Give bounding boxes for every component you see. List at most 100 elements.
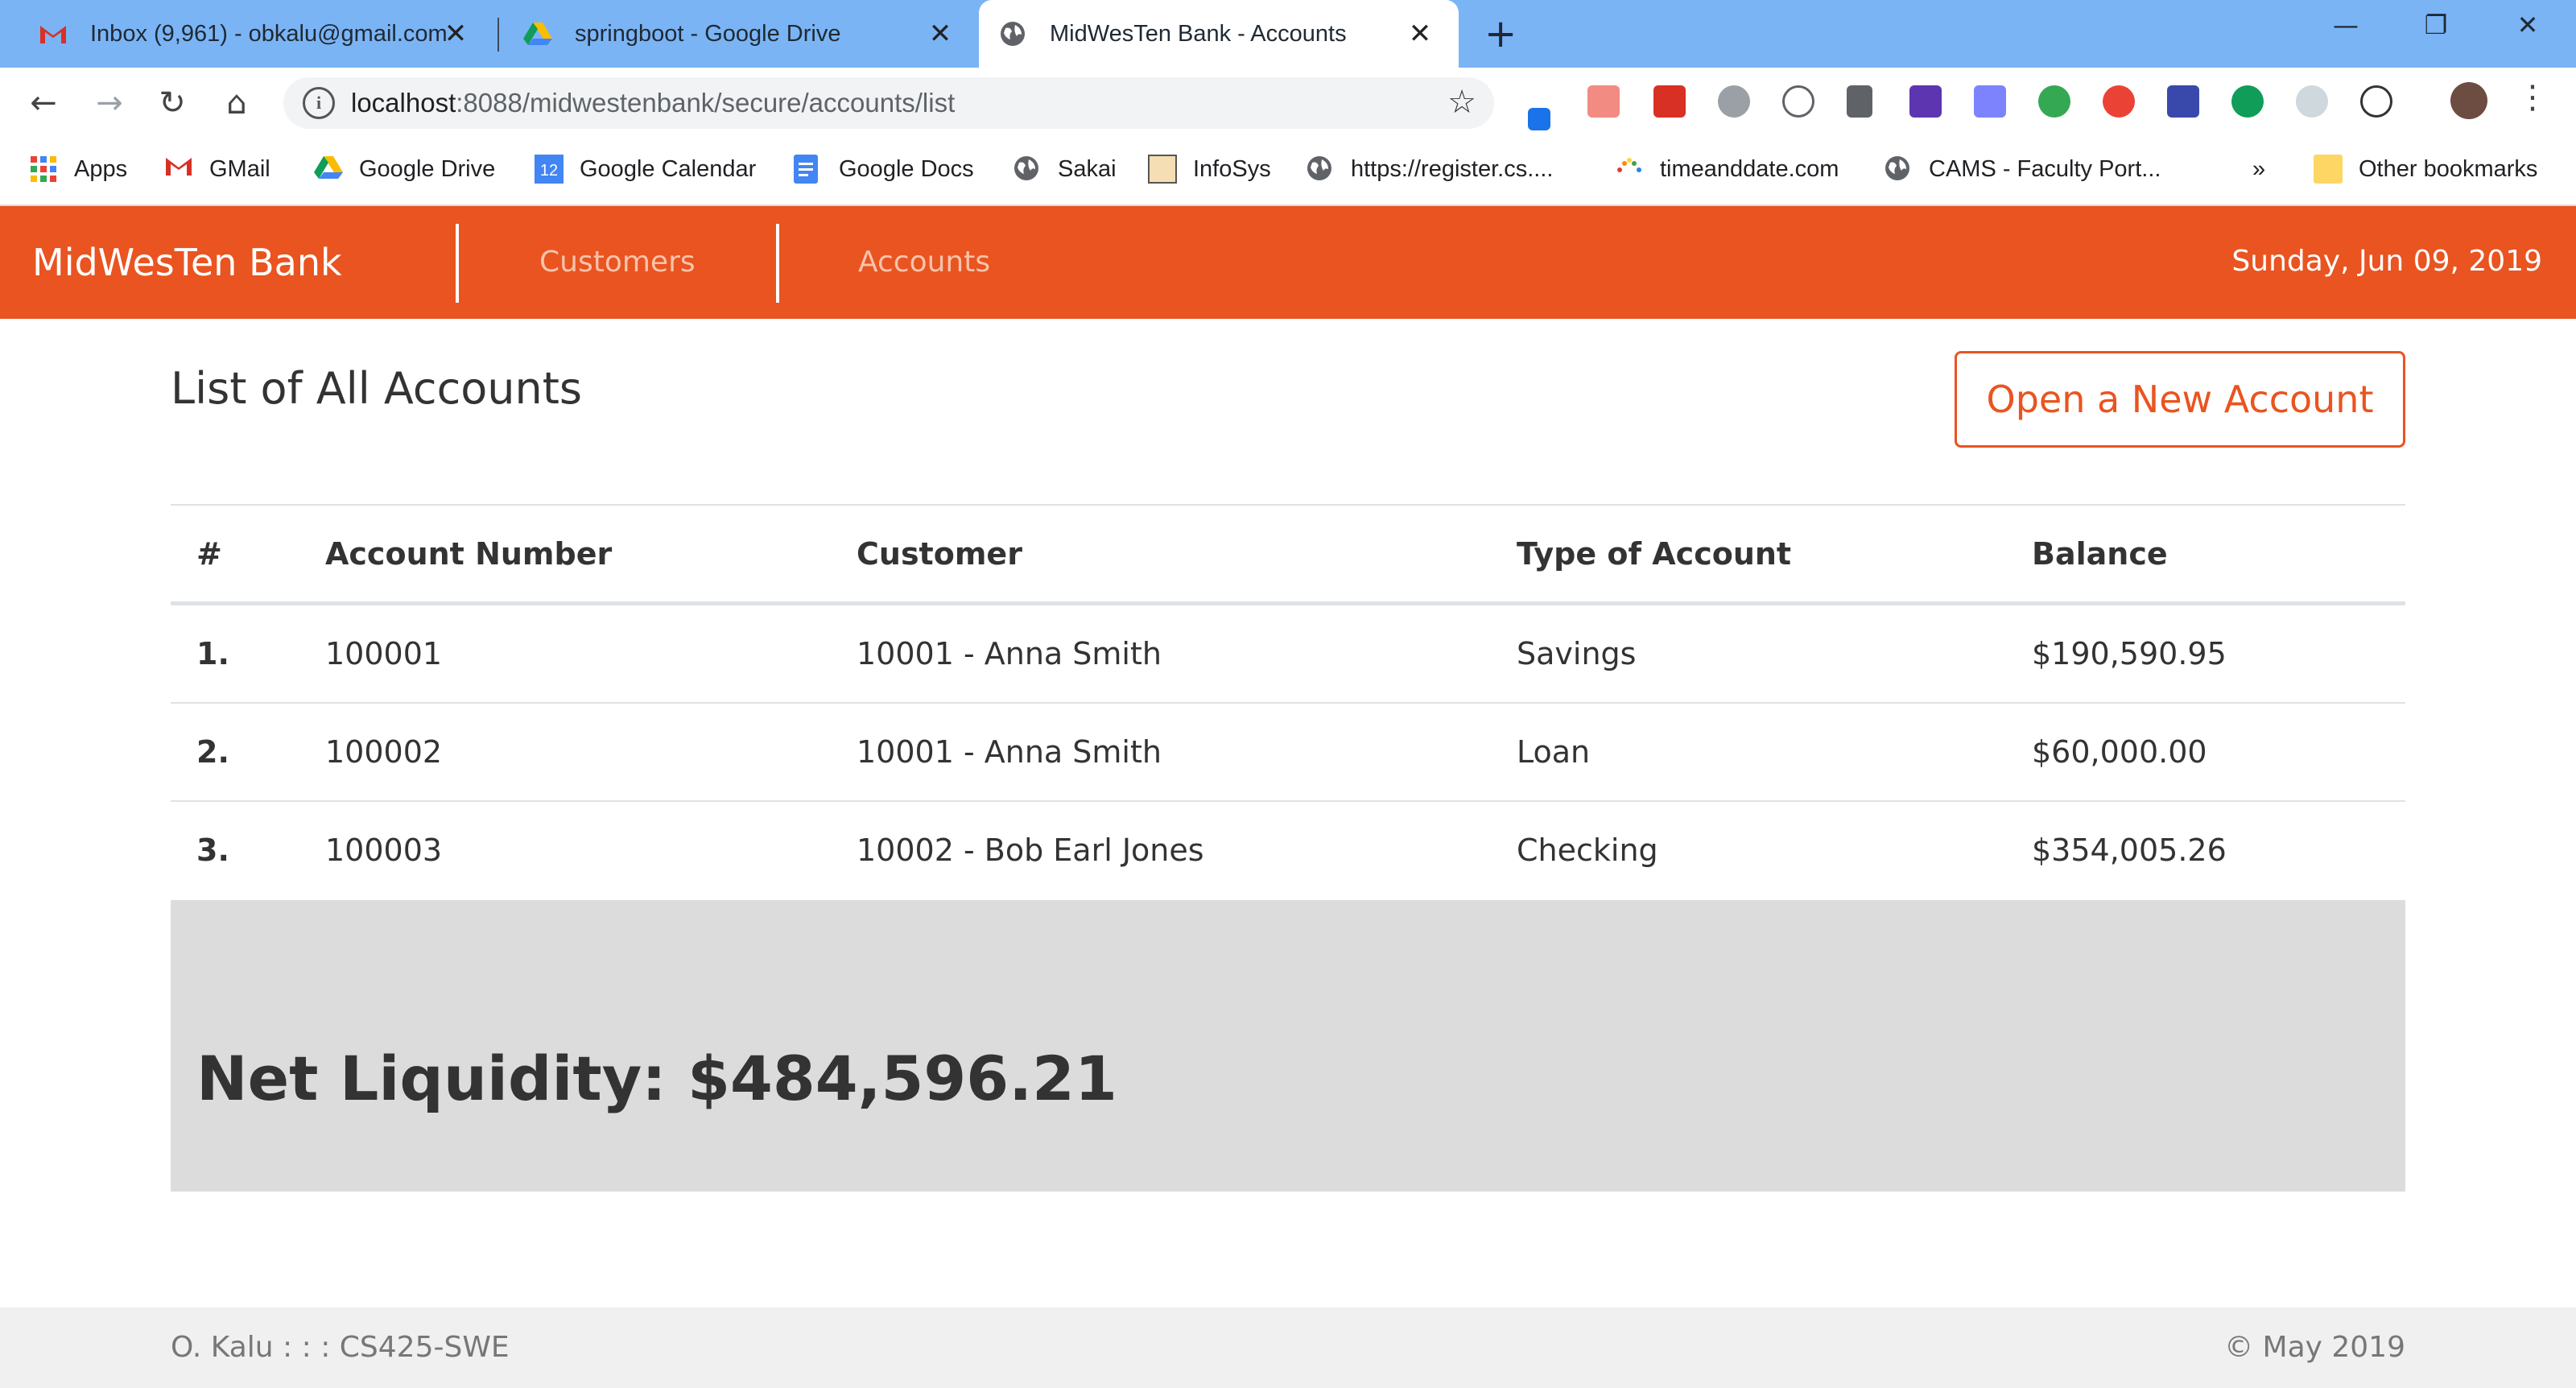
bookmark-label: Google Calendar bbox=[580, 155, 757, 182]
close-tab-icon[interactable]: ✕ bbox=[924, 18, 956, 50]
tab-midwesten-bank[interactable]: MidWesTen Bank - Accounts ✕ bbox=[979, 0, 1459, 68]
bookmark-star-icon[interactable]: ☆ bbox=[1447, 84, 1476, 121]
eyedropper-extension-icon[interactable] bbox=[1847, 85, 1872, 118]
brand-link[interactable]: MidWesTen Bank bbox=[32, 238, 342, 287]
balance-cell: $190,590.95 bbox=[2032, 636, 2227, 671]
bookmark-label: Other bookmarks bbox=[2359, 155, 2538, 182]
table-row: 3. 100003 10002 - Bob Earl Jones Checkin… bbox=[171, 800, 2405, 898]
account-type-cell: Savings bbox=[1517, 636, 1637, 671]
bookmark-label: timeanddate.com bbox=[1660, 155, 1839, 182]
bookmark-label: https://register.cs.... bbox=[1351, 155, 1554, 182]
account-number-cell: 100002 bbox=[325, 734, 443, 770]
tab-title: springboot - Google Drive bbox=[575, 20, 841, 47]
tab-separator bbox=[497, 18, 499, 52]
account-number-cell: 100001 bbox=[325, 636, 443, 671]
column-header-balance: Balance bbox=[2032, 535, 2168, 572]
account-type-cell: Checking bbox=[1517, 832, 1658, 868]
forward-icon[interactable]: → bbox=[90, 84, 129, 122]
reload-icon[interactable]: ↻ bbox=[153, 84, 192, 122]
back-icon[interactable]: ← bbox=[24, 84, 63, 122]
close-tab-icon[interactable]: ✕ bbox=[440, 18, 472, 50]
profile-avatar[interactable] bbox=[2450, 82, 2487, 119]
minimize-icon[interactable]: — bbox=[2322, 10, 2370, 40]
globe-icon bbox=[1013, 155, 1042, 184]
page-footer: O. Kalu : : : CS425-SWE © May 2019 bbox=[0, 1307, 2576, 1388]
bookmark-cams[interactable]: CAMS - Faculty Port... bbox=[1884, 151, 2161, 187]
footer-copyright: © May 2019 bbox=[2224, 1331, 2405, 1364]
bookmark-google-drive[interactable]: Google Drive bbox=[314, 151, 495, 187]
new-tab-icon[interactable]: + bbox=[1484, 13, 1517, 55]
footer-author: O. Kalu : : : CS425-SWE bbox=[171, 1331, 510, 1364]
s-extension-icon[interactable] bbox=[1909, 85, 1942, 118]
color-picker-extension-icon[interactable] bbox=[1528, 108, 1550, 130]
google-drive-icon bbox=[314, 155, 343, 184]
account-number-cell: 100003 bbox=[325, 832, 443, 868]
nav-accounts-link[interactable]: Accounts bbox=[858, 243, 990, 282]
snowflake-extension-icon[interactable] bbox=[2296, 85, 2328, 118]
bookmark-register[interactable]: https://register.cs.... bbox=[1306, 151, 1553, 187]
row-index: 1. bbox=[196, 636, 229, 671]
r-extension-icon[interactable] bbox=[1974, 85, 2006, 118]
net-liquidity-value: Net Liquidity: $484,596.21 bbox=[196, 1043, 1117, 1114]
bookmark-timeanddate[interactable]: timeanddate.com bbox=[1615, 151, 1839, 187]
arrow-extension-icon[interactable] bbox=[1587, 85, 1620, 118]
google-docs-icon bbox=[794, 155, 823, 184]
bookmark-label: Apps bbox=[74, 155, 128, 182]
bookmarks-overflow-button[interactable]: » bbox=[2252, 151, 2265, 187]
url-text: localhost:8088/midwestenbank/secure/acco… bbox=[351, 88, 956, 118]
sync-extension-icon[interactable] bbox=[2360, 85, 2392, 118]
close-window-icon[interactable]: ✕ bbox=[2504, 10, 2552, 40]
browser-menu-icon[interactable]: ⋮ bbox=[2516, 79, 2549, 116]
bookmark-other-bookmarks[interactable]: Other bookmarks bbox=[2314, 151, 2537, 187]
folder-icon bbox=[2314, 155, 2343, 184]
bookmark-label: InfoSys bbox=[1193, 155, 1271, 182]
nav-divider bbox=[776, 224, 779, 303]
browser-tab-strip: Inbox (9,961) - obkalu@gmail.com ✕ sprin… bbox=[0, 0, 2576, 68]
nav-customers-link[interactable]: Customers bbox=[539, 243, 696, 282]
balance-cell: $354,005.26 bbox=[2032, 832, 2227, 868]
site-info-icon[interactable]: i bbox=[303, 87, 335, 119]
search-extension-icon[interactable] bbox=[2038, 85, 2070, 118]
gmail-icon bbox=[39, 19, 68, 48]
tab-gmail[interactable]: Inbox (9,961) - obkalu@gmail.com ✕ bbox=[19, 0, 494, 68]
bookmark-label: Google Docs bbox=[839, 155, 974, 182]
page-title: List of All Accounts bbox=[171, 363, 583, 414]
bookmark-google-calendar[interactable]: 12 Google Calendar bbox=[535, 151, 756, 187]
record-extension-icon[interactable] bbox=[2103, 85, 2135, 118]
column-header-type: Type of Account bbox=[1517, 535, 1792, 572]
column-header-account-number: Account Number bbox=[325, 535, 613, 572]
pdf-extension-icon[interactable] bbox=[1653, 85, 1686, 118]
close-tab-icon[interactable]: ✕ bbox=[1404, 18, 1436, 50]
infosys-icon bbox=[1148, 155, 1177, 184]
table-row: 2. 100002 10001 - Anna Smith Loan $60,00… bbox=[171, 702, 2405, 800]
timeanddate-icon bbox=[1615, 155, 1644, 184]
customer-cell: 10002 - Bob Earl Jones bbox=[857, 832, 1204, 868]
json-extension-icon[interactable] bbox=[1782, 85, 1814, 118]
table-row: 1. 100001 10001 - Anna Smith Savings $19… bbox=[171, 604, 2405, 702]
bookmark-apps[interactable]: Apps bbox=[29, 151, 127, 187]
bookmark-infosys[interactable]: InfoSys bbox=[1148, 151, 1271, 187]
gear-extension-icon[interactable] bbox=[1718, 85, 1750, 118]
bookmark-sakai[interactable]: Sakai bbox=[1013, 151, 1117, 187]
bookmark-google-docs[interactable]: Google Docs bbox=[794, 151, 974, 187]
bookmark-label: CAMS - Faculty Port... bbox=[1929, 155, 2161, 182]
flag-extension-icon[interactable] bbox=[2167, 85, 2199, 118]
table-header-row: # Account Number Customer Type of Accoun… bbox=[171, 504, 2405, 604]
customer-cell: 10001 - Anna Smith bbox=[857, 636, 1162, 671]
gmail-icon bbox=[164, 155, 193, 184]
tab-google-drive[interactable]: springboot - Google Drive ✕ bbox=[504, 0, 979, 68]
customer-cell: 10001 - Anna Smith bbox=[857, 734, 1162, 770]
app-navbar: MidWesTen Bank Customers Accounts Sunday… bbox=[0, 206, 2576, 319]
open-new-account-button[interactable]: Open a New Account bbox=[1955, 351, 2405, 448]
apps-grid-icon bbox=[29, 155, 58, 184]
nav-divider bbox=[456, 224, 459, 303]
restore-icon[interactable]: ❐ bbox=[2412, 10, 2460, 40]
row-index: 3. bbox=[196, 832, 229, 868]
tab-title: MidWesTen Bank - Accounts bbox=[1050, 20, 1347, 47]
account-type-cell: Loan bbox=[1517, 734, 1591, 770]
balance-cell: $60,000.00 bbox=[2032, 734, 2207, 770]
bookmark-gmail[interactable]: GMail bbox=[164, 151, 270, 187]
home-icon[interactable]: ⌂ bbox=[217, 84, 256, 122]
address-bar[interactable]: i localhost:8088/midwestenbank/secure/ac… bbox=[283, 77, 1494, 129]
chat-extension-icon[interactable] bbox=[2231, 85, 2264, 118]
